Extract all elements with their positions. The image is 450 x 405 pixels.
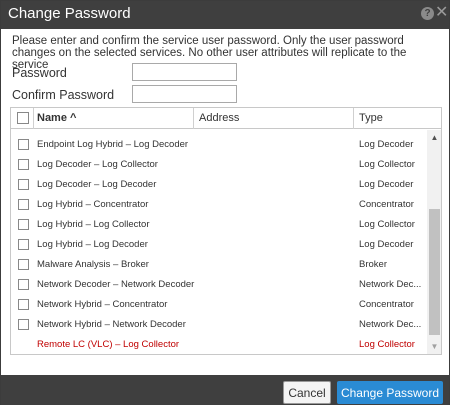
row-checkbox[interactable] [18, 299, 29, 310]
grid-header: Name ^ Address Type [11, 108, 441, 129]
service-type: Log Decoder [359, 179, 414, 190]
service-name: Log Hybrid – Log Collector [37, 219, 150, 230]
row-checkbox[interactable] [18, 279, 29, 290]
service-type: Log Decoder [359, 239, 414, 250]
column-header-type[interactable]: Type [359, 112, 383, 124]
service-name: Log Hybrid – Log Decoder [37, 239, 148, 250]
service-type: Log Decoder [359, 139, 414, 150]
service-type: Network Dec... [359, 319, 422, 330]
table-row[interactable]: Endpoint Log Hybrid – Log Decoder Log De… [11, 135, 427, 155]
service-type: Concentrator [359, 299, 414, 310]
password-label: Password [12, 66, 67, 80]
cancel-button[interactable]: Cancel [283, 381, 331, 404]
column-header-name[interactable]: Name ^ [37, 112, 76, 124]
help-icon[interactable]: ? [421, 7, 434, 20]
change-password-dialog: Change Password ? ✕ Please enter and con… [0, 0, 450, 405]
service-type: Broker [359, 259, 387, 270]
column-separator [33, 108, 34, 129]
service-name: Log Decoder – Log Collector [37, 159, 158, 170]
table-row[interactable]: Log Decoder – Log Collector Log Collecto… [11, 155, 427, 175]
table-row[interactable]: Log Hybrid – Log Decoder Log Decoder [11, 235, 427, 255]
service-name: Network Decoder – Network Decoder [37, 279, 195, 290]
close-icon[interactable]: ✕ [435, 3, 448, 23]
dialog-titlebar: Change Password ? ✕ [1, 1, 449, 29]
row-checkbox[interactable] [18, 179, 29, 190]
table-row[interactable]: Log Decoder – Log Decoder Log Decoder [11, 175, 427, 195]
table-row[interactable]: Log Hybrid – Concentrator Concentrator [11, 195, 427, 215]
table-row[interactable]: Log Hybrid – Log Collector Log Collector [11, 215, 427, 235]
service-type: Network Dec... [359, 279, 422, 290]
row-checkbox[interactable] [18, 319, 29, 330]
service-name: Log Hybrid – Concentrator [37, 199, 149, 210]
row-checkbox[interactable] [18, 139, 29, 150]
scroll-down-arrow-icon[interactable]: ▼ [427, 339, 441, 354]
confirm-password-label: Confirm Password [12, 88, 115, 102]
table-row[interactable]: Malware Analysis – Broker Broker [11, 255, 427, 275]
select-all-checkbox[interactable] [17, 112, 29, 124]
services-grid: Name ^ Address Type Endpoint Log Hybrid … [10, 107, 442, 355]
confirm-password-input[interactable] [132, 85, 237, 103]
service-name: Network Hybrid – Concentrator [37, 299, 168, 310]
service-type: Log Collector [359, 159, 415, 170]
service-name: Network Hybrid – Network Decoder [37, 319, 186, 330]
service-type: Log Collector [359, 339, 415, 350]
row-checkbox[interactable] [18, 159, 29, 170]
row-checkbox[interactable] [18, 239, 29, 250]
column-header-address[interactable]: Address [199, 112, 239, 124]
grid-scrollbar[interactable]: ▲ ▼ [427, 130, 441, 354]
password-input[interactable] [132, 63, 237, 81]
grid-rows: Endpoint Log Hybrid – Log Decoder Log De… [11, 130, 427, 354]
row-checkbox[interactable] [18, 219, 29, 230]
change-password-button[interactable]: Change Password [337, 381, 443, 404]
table-row[interactable]: Network Hybrid – Concentrator Concentrat… [11, 295, 427, 315]
dialog-title: Change Password [8, 5, 131, 22]
column-separator [353, 108, 354, 129]
column-separator [193, 108, 194, 129]
table-row[interactable]: Network Decoder – Network Decoder Networ… [11, 275, 427, 295]
service-name: Remote LC (VLC) – Log Collector [37, 339, 180, 350]
service-type: Concentrator [359, 199, 414, 210]
row-checkbox[interactable] [18, 199, 29, 210]
table-row[interactable]: Remote LC (VLC) – Log Collector Log Coll… [11, 335, 427, 354]
scroll-up-arrow-icon[interactable]: ▲ [427, 130, 441, 145]
service-name: Log Decoder – Log Decoder [37, 179, 157, 190]
row-checkbox[interactable] [18, 259, 29, 270]
service-name: Malware Analysis – Broker [37, 259, 149, 270]
service-name: Endpoint Log Hybrid – Log Decoder [37, 139, 189, 150]
scrollbar-thumb[interactable] [429, 209, 440, 335]
service-type: Log Collector [359, 219, 415, 230]
table-row[interactable]: Network Hybrid – Network Decoder Network… [11, 315, 427, 335]
